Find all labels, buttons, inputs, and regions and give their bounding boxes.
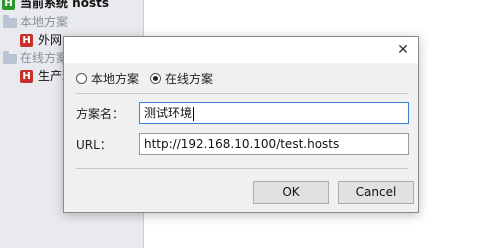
tree-item-label: 当前系统 hosts [20,0,109,10]
radio-online-label[interactable]: 在线方案 [165,71,213,87]
tree-group-local[interactable]: 本地方案 [0,13,144,32]
hosts-green-icon: H [2,0,15,10]
url-value: http://192.168.10.100/test.hosts [144,137,340,151]
url-label: URL： [76,138,112,152]
scheme-name-value: 测试环境 [144,106,193,120]
scheme-name-label: 方案名： [76,107,125,121]
tree-group-label: 本地方案 [20,15,69,29]
dialog-titlebar: ✕ [64,37,418,63]
divider [76,168,408,169]
divider [76,93,408,94]
radio-online[interactable] [150,73,161,84]
hosts-red-icon: H [20,34,33,47]
url-input[interactable]: http://192.168.10.100/test.hosts [139,133,409,155]
folder-icon [3,15,17,28]
hosts-red-icon: H [20,70,33,83]
folder-icon [3,51,17,64]
scheme-name-input[interactable]: 测试环境 [139,102,409,124]
radio-local-label[interactable]: 本地方案 [91,71,139,87]
tree-item-system-hosts[interactable]: H 当前系统 hosts [0,0,144,13]
edit-scheme-dialog: ✕ 本地方案 在线方案 方案名： 测试环境 URL： http://192.16… [63,36,419,213]
tree-item-label: 外网 [38,33,63,47]
close-icon[interactable]: ✕ [394,41,412,59]
tree-group-label: 在线方案 [20,51,69,65]
text-caret [193,106,195,121]
ok-button[interactable]: OK [253,181,329,204]
cancel-button[interactable]: Cancel [338,181,414,204]
radio-local[interactable] [76,73,87,84]
